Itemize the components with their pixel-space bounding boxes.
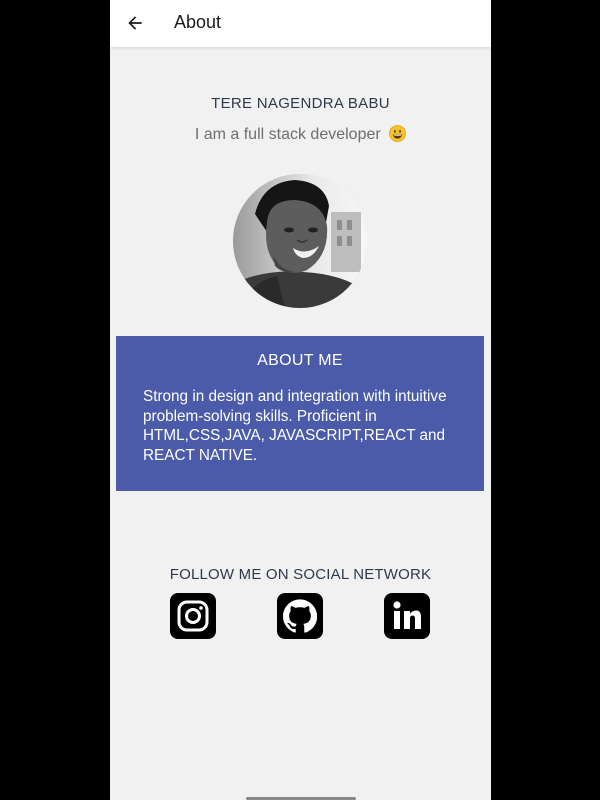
- app-bar: About: [110, 0, 491, 47]
- about-title: ABOUT ME: [257, 352, 343, 369]
- linkedin-icon: [393, 601, 421, 629]
- tagline-text: I am a full stack developer: [194, 126, 381, 143]
- github-icon: [283, 599, 317, 633]
- profile-tagline: I am a full stack developer: [110, 125, 491, 144]
- grinning-face-icon: [389, 125, 407, 142]
- social-section-title: FOLLOW ME ON SOCIAL NETWORK: [169, 566, 432, 583]
- arrow-left-icon: [128, 16, 142, 30]
- linkedin-link[interactable]: [384, 593, 430, 639]
- profile-avatar: [233, 174, 367, 308]
- back-button[interactable]: [120, 8, 150, 38]
- instagram-link[interactable]: [170, 593, 216, 639]
- profile-name: TERE NAGENDRA BABU: [211, 95, 390, 112]
- about-card: ABOUT ME Strong in design and integratio…: [116, 336, 484, 491]
- about-description: Strong in design and integration with in…: [143, 388, 447, 464]
- github-link[interactable]: [277, 593, 323, 639]
- app-screen: About TERE NAGENDRA BABU I am a full sta…: [110, 0, 491, 800]
- profile-photo: [233, 174, 367, 308]
- instagram-icon: [177, 600, 209, 632]
- page-title: About: [174, 12, 222, 32]
